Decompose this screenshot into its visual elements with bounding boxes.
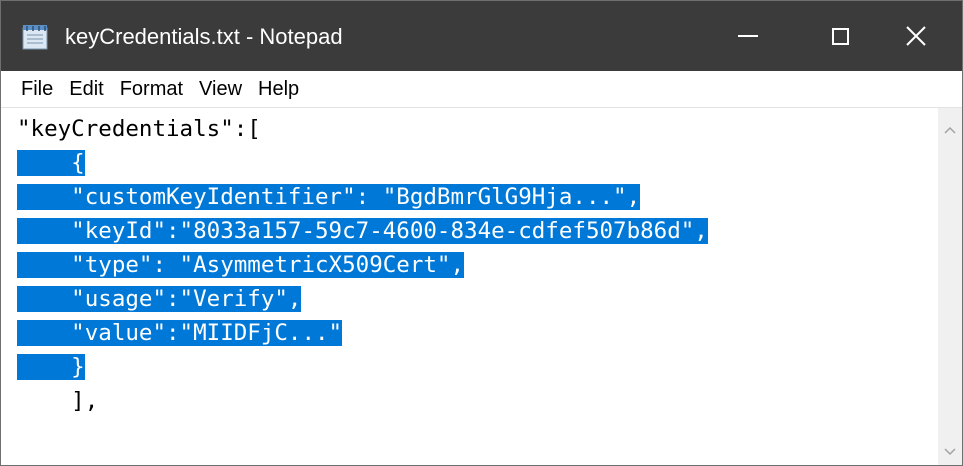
text-line[interactable]: ],: [17, 384, 98, 418]
text-line[interactable]: "customKeyIdentifier": "BgdBmrGlG9Hja...…: [17, 180, 641, 214]
selected-text: "value":"MIIDFjC...": [17, 320, 343, 346]
selected-text: "keyId":"8033a157-59c7-4600-834e-cdfef50…: [17, 218, 708, 244]
vertical-scrollbar[interactable]: [938, 108, 962, 465]
notepad-icon: [22, 25, 48, 50]
text-editor[interactable]: "keyCredentials":[ { "customKeyIdentifie…: [1, 108, 938, 465]
menu-help[interactable]: Help: [250, 74, 307, 104]
close-button[interactable]: [870, 1, 962, 71]
text-line[interactable]: "value":"MIIDFjC...": [17, 316, 343, 350]
text-line[interactable]: "usage":"Verify",: [17, 282, 302, 316]
maximize-icon: [831, 27, 849, 45]
selected-text: "customKeyIdentifier": "BgdBmrGlG9Hja...…: [17, 184, 641, 210]
notepad-window: keyCredentials.txt - Notepad File Edit F…: [0, 0, 963, 466]
menu-format[interactable]: Format: [112, 74, 191, 104]
menu-bar: File Edit Format View Help: [1, 71, 962, 107]
title-bar[interactable]: keyCredentials.txt - Notepad: [1, 1, 962, 71]
text-line[interactable]: "keyId":"8033a157-59c7-4600-834e-cdfef50…: [17, 214, 708, 248]
minimize-icon: [738, 35, 758, 37]
text-line[interactable]: {: [17, 146, 85, 180]
menu-file[interactable]: File: [13, 74, 61, 104]
chevron-up-icon: [944, 126, 956, 134]
menu-view[interactable]: View: [191, 74, 250, 104]
line-text: ],: [17, 388, 99, 414]
chevron-down-icon: [944, 448, 956, 456]
text-line[interactable]: }: [17, 350, 85, 384]
window-title: keyCredentials.txt - Notepad: [65, 24, 343, 49]
text-line[interactable]: "keyCredentials":[: [17, 112, 261, 146]
text-line[interactable]: "type": "AsymmetricX509Cert",: [17, 248, 465, 282]
minimize-button[interactable]: [702, 1, 794, 71]
scroll-up-button[interactable]: [938, 118, 962, 142]
scroll-down-button[interactable]: [938, 440, 962, 464]
selected-text: "type": "AsymmetricX509Cert",: [17, 252, 465, 278]
selected-text: {: [17, 150, 85, 176]
selected-text: "usage":"Verify",: [17, 286, 302, 312]
scroll-track[interactable]: [938, 142, 962, 438]
selected-text: }: [17, 354, 85, 380]
menu-edit[interactable]: Edit: [61, 74, 111, 104]
line-text: "keyCredentials":[: [17, 116, 261, 142]
close-icon: [906, 26, 926, 46]
